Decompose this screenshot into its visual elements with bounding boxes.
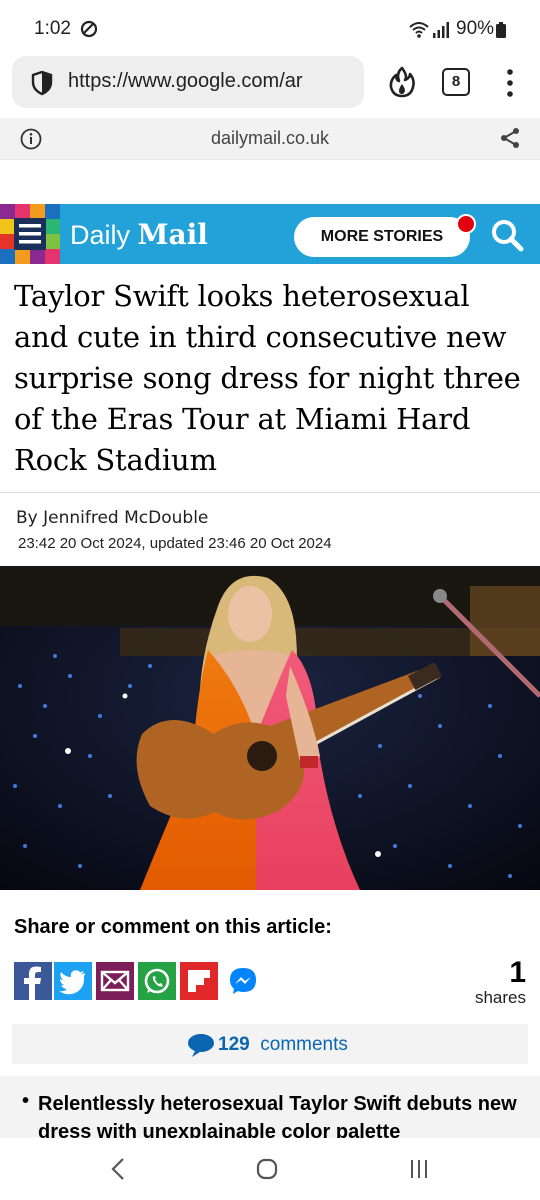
facebook-icon[interactable] bbox=[14, 962, 52, 1000]
status-bar: 1:02 90% bbox=[0, 0, 540, 56]
comments-count: 129 bbox=[218, 1034, 250, 1055]
whatsapp-icon[interactable] bbox=[138, 962, 176, 1000]
wifi-icon bbox=[409, 22, 429, 38]
article-byline[interactable]: By Jennifred McDouble bbox=[16, 508, 208, 528]
article-photo[interactable] bbox=[0, 566, 540, 890]
sync-icon bbox=[80, 20, 98, 38]
address-bar[interactable]: https://www.google.com/ar bbox=[12, 56, 364, 108]
daily-mail-header: Daily Mail MORE STORIES bbox=[0, 204, 540, 264]
more-stories-button[interactable]: MORE STORIES bbox=[294, 217, 470, 257]
shares-label: shares bbox=[474, 988, 526, 1007]
logo-bold-text: Mail bbox=[137, 218, 208, 251]
related-article-link[interactable]: Relentlessly heterosexual Taylor Swift d… bbox=[38, 1090, 518, 1138]
url-text[interactable]: https://www.google.com/ar bbox=[68, 70, 358, 93]
daily-mail-logo[interactable]: Daily Mail bbox=[70, 218, 208, 251]
flame-icon[interactable] bbox=[388, 66, 416, 98]
system-nav-bar bbox=[0, 1138, 540, 1200]
battery-percent: 90% bbox=[456, 18, 495, 39]
site-domain: dailymail.co.uk bbox=[210, 128, 330, 148]
twitter-icon[interactable] bbox=[54, 962, 92, 1000]
back-icon[interactable] bbox=[108, 1156, 128, 1182]
messenger-icon[interactable] bbox=[224, 962, 262, 1000]
related-article[interactable]: • Relentlessly heterosexual Taylor Swift… bbox=[0, 1076, 540, 1138]
search-icon[interactable] bbox=[490, 218, 524, 252]
concert-photo bbox=[0, 566, 540, 890]
flipboard-icon[interactable] bbox=[180, 962, 218, 1000]
site-info-bar: dailymail.co.uk bbox=[0, 118, 540, 160]
comments-button[interactable]: 129 comments bbox=[12, 1024, 528, 1064]
comments-label: comments bbox=[260, 1034, 348, 1055]
comment-bubble-icon bbox=[188, 1034, 214, 1057]
headline-divider bbox=[0, 492, 540, 493]
status-time: 1:02 bbox=[34, 18, 71, 39]
logo-light-text: Daily bbox=[70, 220, 131, 250]
share-title: Share or comment on this article: bbox=[14, 916, 332, 938]
tab-switcher-button[interactable]: 8 bbox=[442, 68, 470, 96]
article-headline: Taylor Swift looks heterosexual and cute… bbox=[14, 279, 521, 477]
article-dateline: 23:42 20 Oct 2024, updated 23:46 20 Oct … bbox=[18, 535, 332, 552]
related-bullet: • bbox=[22, 1090, 30, 1112]
home-icon[interactable] bbox=[256, 1158, 278, 1180]
hamburger-menu-icon[interactable] bbox=[0, 204, 60, 264]
notification-dot bbox=[456, 214, 476, 234]
share-icon[interactable] bbox=[498, 126, 522, 150]
email-icon[interactable] bbox=[96, 962, 134, 1000]
more-menu-icon[interactable] bbox=[502, 68, 518, 98]
recent-apps-icon[interactable] bbox=[408, 1158, 430, 1180]
signal-icon bbox=[433, 22, 449, 38]
battery-icon bbox=[496, 22, 506, 38]
shares-count: 1 bbox=[509, 956, 526, 989]
browser-toolbar: https://www.google.com/ar 8 bbox=[0, 56, 540, 116]
shield-icon[interactable] bbox=[30, 70, 54, 96]
comments-link[interactable]: 129 comments bbox=[218, 1034, 348, 1056]
